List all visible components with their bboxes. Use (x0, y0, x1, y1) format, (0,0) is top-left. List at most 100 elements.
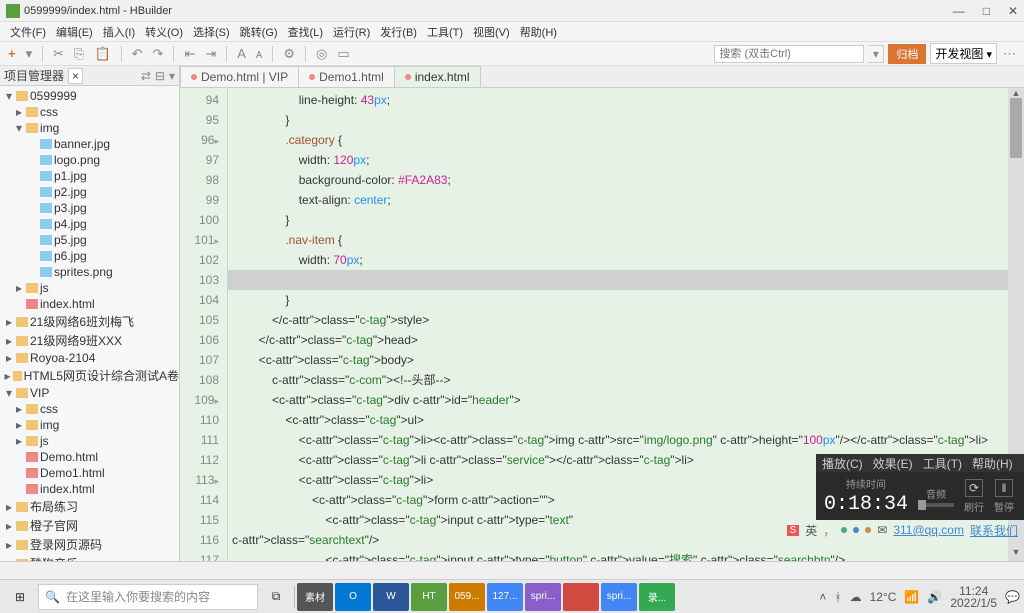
clock[interactable]: 11:242022/1/5 (950, 585, 997, 609)
maximize-button[interactable]: □ (983, 4, 990, 18)
tree-node[interactable]: ▾ img (0, 120, 179, 136)
menu-icon[interactable]: ▾ (169, 69, 175, 83)
project-tree[interactable]: ▾ 0599999▸ css▾ img banner.jpg logo.png … (0, 86, 179, 561)
tree-node[interactable]: p1.jpg (0, 168, 179, 184)
save-button[interactable]: 归档 (888, 44, 926, 64)
tree-node[interactable]: ▸ css (0, 104, 179, 120)
tree-node[interactable]: p6.jpg (0, 248, 179, 264)
link-icon[interactable]: ⇄ (141, 69, 151, 83)
tree-node[interactable]: Demo1.html (0, 465, 179, 481)
tree-node[interactable]: p2.jpg (0, 184, 179, 200)
settings-button[interactable]: ⚙ (281, 46, 297, 62)
font-size-button[interactable]: A (235, 46, 248, 61)
taskbar-app[interactable]: 059... (449, 583, 485, 611)
editor-tab[interactable]: Demo1.html (298, 66, 395, 87)
search-dropdown[interactable]: ▾ (868, 45, 884, 63)
outdent-button[interactable]: ⇤ (182, 46, 197, 62)
tray-chevron-icon[interactable]: ˄ (819, 590, 826, 604)
tree-node[interactable]: ▸ 酷狗音乐 (0, 554, 179, 561)
tray-contact[interactable]: 联系我们 (970, 522, 1018, 539)
menu-item[interactable]: 插入(I) (99, 23, 139, 41)
tree-node[interactable]: p5.jpg (0, 232, 179, 248)
indent-button[interactable]: ⇥ (203, 46, 218, 62)
tree-node[interactable]: index.html (0, 296, 179, 312)
menu-item[interactable]: 发行(B) (376, 23, 421, 41)
tree-node[interactable]: ▸ 21级网络6班刘梅飞 (0, 312, 179, 331)
recorder-menu-item[interactable]: 播放(C) (822, 455, 863, 472)
tree-node[interactable]: ▸ 布局练习 (0, 497, 179, 516)
redo-button[interactable]: ↷ (151, 46, 166, 62)
recorder-window[interactable]: 播放(C)效果(E)工具(T)帮助(H) — ✕ 持续时间0:18:34 音频 … (816, 454, 1024, 520)
weather-icon[interactable]: ☁ (850, 590, 862, 604)
editor-tab[interactable]: index.html (394, 66, 481, 87)
tree-node[interactable]: p3.jpg (0, 200, 179, 216)
new-button[interactable]: + (6, 46, 18, 61)
tree-node[interactable]: Demo.html (0, 449, 179, 465)
paste-button[interactable]: 📋 (92, 46, 112, 62)
minimize-button[interactable]: — (953, 4, 965, 18)
menu-item[interactable]: 帮助(H) (516, 23, 561, 41)
tree-node[interactable]: ▸ Royoa-2104 (0, 350, 179, 366)
taskview-button[interactable]: ⧉ (260, 583, 292, 611)
taskbar-app[interactable]: 录... (639, 583, 675, 611)
ime-lang[interactable]: 英 (805, 522, 817, 539)
taskbar-search[interactable]: 🔍 在这里输入你要搜索的内容 (38, 584, 258, 610)
menu-item[interactable]: 运行(R) (329, 23, 374, 41)
menu-item[interactable]: 工具(T) (423, 23, 467, 41)
recorder-menu-item[interactable]: 工具(T) (923, 455, 962, 472)
font-size-small-button[interactable]: ᴀ (254, 46, 264, 61)
collapse-icon[interactable]: ⊟ (155, 69, 165, 83)
menu-item[interactable]: 编辑(E) (52, 23, 97, 41)
notification-icon[interactable]: 💬 (1005, 590, 1020, 604)
menu-item[interactable]: 查找(L) (284, 23, 327, 41)
tray-orange-icon[interactable] (865, 527, 871, 533)
tray-green-icon[interactable] (841, 527, 847, 533)
tree-node[interactable]: logo.png (0, 152, 179, 168)
close-button[interactable]: ✕ (1008, 4, 1018, 18)
weather-temp[interactable]: 12°C (870, 590, 897, 604)
wifi-icon[interactable]: 📶 (904, 590, 919, 604)
refresh-button[interactable]: ⟳ (965, 479, 983, 497)
sidebar-close[interactable]: × (68, 68, 83, 84)
taskbar-app[interactable]: 素材 (297, 583, 333, 611)
menu-item[interactable]: 视图(V) (469, 23, 514, 41)
taskbar-app[interactable]: spri... (601, 583, 637, 611)
tree-node[interactable]: p4.jpg (0, 216, 179, 232)
tree-node[interactable]: ▸ HTML5网页设计综合测试A卷 (0, 366, 179, 385)
menu-item[interactable]: 转义(O) (141, 23, 187, 41)
recorder-menu-item[interactable]: 效果(E) (873, 455, 913, 472)
browser-button[interactable]: ◎ (314, 46, 329, 62)
tray-email[interactable]: 311@qq.com (893, 523, 964, 537)
more-button[interactable]: ⋯ (1001, 46, 1018, 62)
start-button[interactable]: ⊞ (4, 583, 36, 611)
volume-icon[interactable]: 🔊 (927, 590, 942, 604)
mail-icon[interactable]: ✉ (877, 523, 887, 537)
tree-node[interactable]: ▸ js (0, 433, 179, 449)
tree-node[interactable]: ▸ 登录网页源码 (0, 535, 179, 554)
view-dropdown[interactable]: 开发视图 ▾ (930, 43, 997, 64)
ime-icon[interactable]: S (787, 525, 800, 536)
taskbar-app[interactable]: W (373, 583, 409, 611)
undo-button[interactable]: ↶ (130, 46, 145, 62)
tree-node[interactable]: ▸ img (0, 417, 179, 433)
volume-slider[interactable] (918, 503, 954, 507)
editor-tab[interactable]: Demo.html | VIP (180, 66, 299, 87)
scroll-thumb[interactable] (1010, 98, 1022, 158)
cut-button[interactable]: ✂ (51, 46, 66, 62)
tray-blue-icon[interactable] (853, 527, 859, 533)
taskbar-app[interactable] (563, 583, 599, 611)
bluetooth-icon[interactable]: ᚼ (834, 590, 841, 604)
tree-node[interactable]: ▸ 橙子官网 (0, 516, 179, 535)
menu-item[interactable]: 文件(F) (6, 23, 50, 41)
scroll-down-icon[interactable]: ▼ (1008, 547, 1024, 561)
copy-button[interactable]: ⎘ (72, 46, 86, 62)
tree-node[interactable]: index.html (0, 481, 179, 497)
pause-button[interactable]: ‖ (995, 479, 1013, 497)
device-button[interactable]: ▭ (335, 46, 351, 62)
tree-node[interactable]: ▾ VIP (0, 385, 179, 401)
taskbar-app[interactable]: spri... (525, 583, 561, 611)
menu-item[interactable]: 选择(S) (189, 23, 234, 41)
tree-node[interactable]: ▸ css (0, 401, 179, 417)
recorder-menu-item[interactable]: 帮助(H) (972, 455, 1013, 472)
tree-node[interactable]: ▸ 21级网络9班XXX (0, 331, 179, 350)
